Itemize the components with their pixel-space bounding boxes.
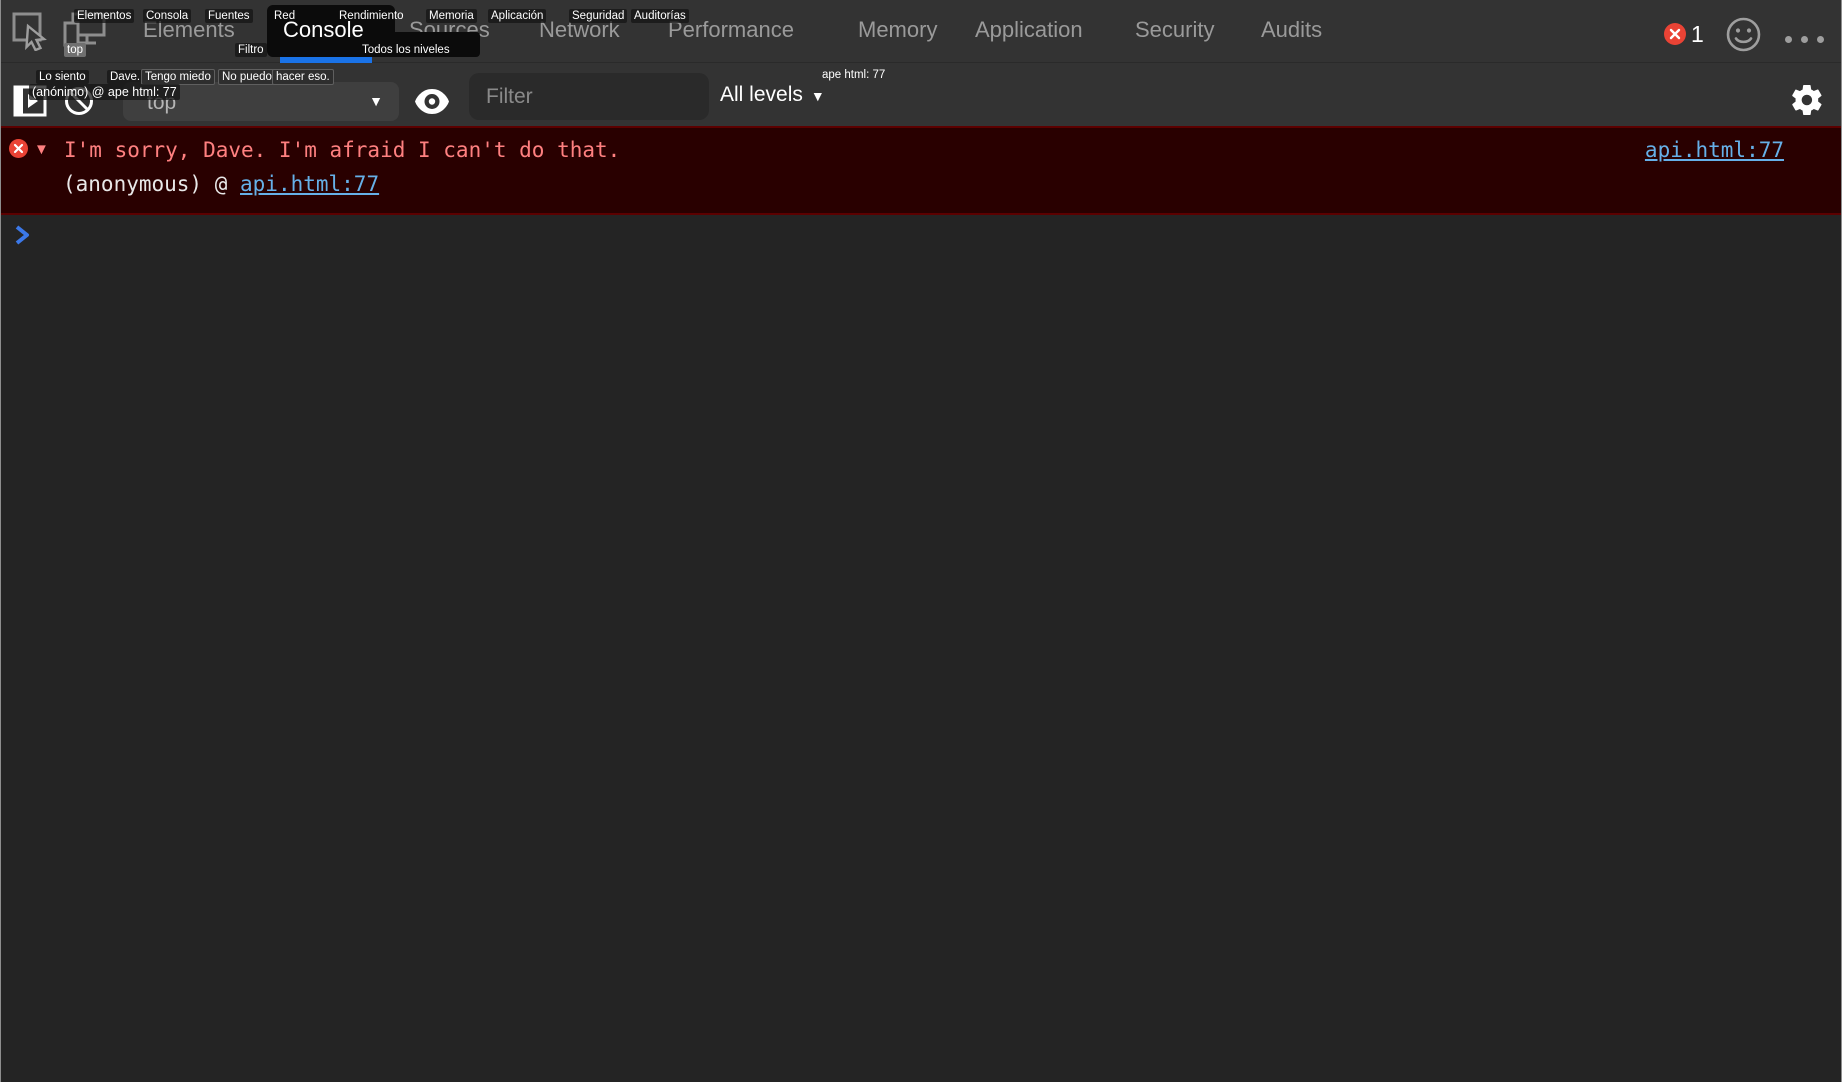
tab-memory[interactable]: Memory <box>858 17 937 43</box>
overlay-chip: Rendimiento <box>339 10 404 22</box>
devtools-window: { "tab_bar": { "tabs": ["Elements", "Con… <box>0 0 1842 1082</box>
active-tab-underline <box>280 57 372 63</box>
settings-gear-icon[interactable] <box>1789 82 1825 123</box>
feedback-smiley-icon[interactable] <box>1725 16 1762 58</box>
overlay-chip-filtro: Filtro <box>235 43 267 57</box>
overlay-chip-levels: Todos los niveles <box>362 44 450 56</box>
log-level-dropdown[interactable]: All levels ▼ <box>720 83 825 107</box>
inspect-element-icon[interactable] <box>11 11 49 56</box>
error-message-text: I'm sorry, Dave. I'm afraid I can't do t… <box>64 138 621 162</box>
console-body[interactable] <box>1 215 1841 1082</box>
filter-input[interactable] <box>469 73 709 120</box>
console-toolbar: top ▼ Lo siento Dave. Tengo miedo No pue… <box>1 63 1841 126</box>
overlay-chip: Fuentes <box>205 9 253 23</box>
tab-security[interactable]: Security <box>1135 17 1214 43</box>
overlay-chip: Lo siento <box>36 70 89 84</box>
overlay-chip-source: ape html: 77 <box>822 69 886 81</box>
chevron-down-icon: ▼ <box>369 93 383 109</box>
stack-source-link[interactable]: api.html:77 <box>240 172 379 196</box>
error-count-badge-icon[interactable] <box>1664 23 1686 50</box>
eye-icon[interactable] <box>414 88 450 120</box>
overlay-chip: Red <box>274 10 296 22</box>
log-level-label: All levels <box>720 83 803 106</box>
error-count[interactable]: 1 <box>1691 21 1704 48</box>
overlay-chip: Dave. <box>107 70 144 84</box>
overflow-menu-icon[interactable] <box>1785 30 1833 48</box>
tab-audits[interactable]: Audits <box>1261 17 1322 43</box>
devtools-tab-bar: Elements Console Sources Network Perform… <box>1 0 1841 63</box>
overlay-chip: Tengo miedo <box>141 69 215 85</box>
overlay-chip-top: top <box>64 43 86 57</box>
overlay-chip: Memoria <box>426 9 477 23</box>
overlay-chip: hacer eso. <box>272 69 334 85</box>
disclosure-triangle-icon[interactable]: ▼ <box>34 141 49 158</box>
error-source-link[interactable]: api.html:77 <box>1645 138 1784 162</box>
overlay-chip: Seguridad <box>569 9 628 23</box>
overlay-chip-anonymous: (anónimo) @ ape html: 77 <box>29 84 180 100</box>
overlay-chip: Consola <box>143 9 192 23</box>
error-circle-icon <box>9 139 28 162</box>
overlay-chip: Elementos <box>74 9 135 23</box>
stack-trace-line: (anonymous) @ api.html:77 <box>63 172 379 196</box>
chevron-down-icon: ▼ <box>810 88 825 104</box>
console-prompt-chevron-icon <box>14 224 32 251</box>
overlay-chip: Aplicación <box>488 9 547 23</box>
stack-caller-text: (anonymous) @ <box>63 172 241 196</box>
overlay-chip: Auditorías <box>631 9 689 23</box>
console-error-message-row: ▼ I'm sorry, Dave. I'm afraid I can't do… <box>1 126 1841 215</box>
overlay-chip: No puedo <box>218 69 276 85</box>
tab-application[interactable]: Application <box>975 17 1083 43</box>
